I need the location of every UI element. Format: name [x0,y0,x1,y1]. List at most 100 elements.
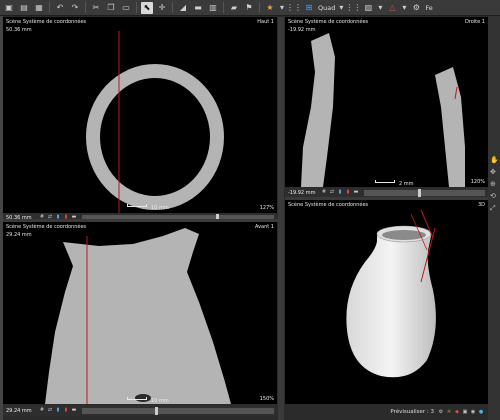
zoom-icon[interactable]: ⊕ [490,180,498,188]
layout-dropdown[interactable]: Quad [318,4,335,12]
slice-position-value[interactable]: 29.24 mm [3,408,37,414]
toolbar-divider [49,2,50,13]
viewport-name: 3D [477,202,485,208]
display-icon[interactable]: ▨ [362,2,374,14]
color-map-icon[interactable]: ▮ [55,408,61,414]
redo-icon[interactable]: ↷ [69,2,81,14]
hash-icon[interactable]: # [39,408,45,414]
color-map-icon[interactable]: ▮ [337,190,343,196]
horizontal-splitter[interactable] [3,219,278,222]
slice-position-value[interactable]: -19.92 mm [285,190,319,196]
star-icon[interactable]: ★ [264,2,276,14]
viewport-top[interactable]: Scène Système de coordonnées 50.36 mm Ha… [3,17,277,213]
scale-bar: 10 mm [127,199,169,211]
chevron-down-icon[interactable]: ▾ [377,2,383,14]
ruler-icon[interactable]: ▬ [192,2,204,14]
visibility-icon[interactable]: ▮ [63,408,69,414]
chart-icon[interactable]: ▥ [207,2,219,14]
scale-bar-label: 10 mm [151,398,169,404]
flag-icon[interactable]: ⚑ [243,2,255,14]
toolbar-divider [136,2,137,13]
viewport-coordinate: 50.36 mm [6,27,32,33]
toolbar-divider [223,2,224,13]
toolbar-overflow-label[interactable]: Fe [425,4,432,12]
camera-icon[interactable]: ▣ [462,409,468,415]
scale-bar: 10 mm [127,392,169,404]
copy-icon[interactable]: ❐ [105,2,117,14]
paste-icon[interactable]: ▭ [120,2,132,14]
settings-icon[interactable]: ⚙ [410,2,422,14]
grid-icon[interactable]: ⋮⋮ [286,2,302,14]
main-toolbar: ▣ ▤ ▦ ↶ ↷ ✂ ❐ ▭ ⬉ ✛ ◢ ▬ ▥ ▰ ⚑ ★ ▾ ⋮⋮ ⊞ Q… [0,0,500,16]
vertical-splitter[interactable] [278,17,284,420]
toolbar-divider [172,2,173,13]
wall-section-right [435,67,465,187]
3d-viewport-bar: Prévisualiser : 3 ⚙ ☼ ◆ ▣ ◉ ● [285,404,488,420]
viewport-coordinate: 29.24 mm [6,232,32,238]
right-viewport-bar: -19.92 mm # ⇄ ▮ ▮ ▬ [285,188,488,197]
fit-icon[interactable]: ⤢ [490,204,498,212]
hash-icon[interactable]: # [321,190,327,196]
slice-slider[interactable] [364,188,485,197]
front-viewport-bar: 29.24 mm # ⇄ ▮ ▮ ▬ [3,405,277,416]
select-arrow-icon[interactable]: ⬉ [141,1,153,14]
hand-icon[interactable]: ✋ [490,156,499,164]
zoom-level: 120% [470,179,485,185]
toolbar-divider [85,2,86,13]
viewport-name: Haut 1 [257,19,274,25]
viewport-title: Scène Système de coordonnées [6,19,87,25]
layer-icon[interactable]: ▬ [353,190,359,196]
sync-icon[interactable]: ⇄ [47,408,53,414]
save-icon[interactable]: ▣ [3,2,15,14]
layout-quad-icon[interactable]: ⊞ [303,2,315,14]
scale-bar-label: 10 mm [151,205,169,211]
layer-icon[interactable]: ▬ [71,408,77,414]
viewport-coordinate: -19.92 mm [288,27,316,33]
viewport-title: Scène Système de coordonnées [288,202,369,208]
export-icon[interactable]: ▦ [33,2,45,14]
vessel-opening [382,230,426,240]
clipping-icon[interactable]: ◆ [454,409,460,415]
front-slice-image [45,228,231,404]
viewport-name: Avant 1 [254,224,274,230]
chevron-down-icon[interactable]: ▾ [401,2,407,14]
viewport-front[interactable]: Scène Système de coordonnées 29.24 mm Av… [3,222,277,404]
viewport-title: Scène Système de coordonnées [288,19,369,25]
screenshot-icon[interactable]: ◉ [470,409,476,415]
sync-icon[interactable]: ⇄ [329,190,335,196]
warning-icon[interactable]: △ [386,2,398,14]
viewport-3d[interactable]: Scène Système de coordonnées 3D [285,200,488,404]
slice-slider[interactable] [82,406,274,415]
chevron-down-icon[interactable]: ▾ [338,2,344,14]
render-icon[interactable]: ⚙ [438,409,444,415]
viewport-title: Scène Système de coordonnées [6,224,87,230]
lights-icon[interactable]: ☼ [446,409,452,415]
3d-render [346,209,436,378]
tag-icon[interactable]: ▰ [228,2,240,14]
top-slice-image [86,31,224,213]
right-tool-strip: ✋ ✥ ⊕ ⟲ ⤢ [488,16,500,420]
move-icon[interactable]: ✛ [156,2,168,14]
chevron-down-icon[interactable]: ▾ [279,2,285,14]
undo-icon[interactable]: ↶ [54,2,66,14]
pan-icon[interactable]: ✥ [490,168,498,176]
scale-bar: 2 mm [375,175,414,187]
preview-level[interactable]: Prévisualiser : 3 [390,409,434,415]
color-icon[interactable]: ● [478,409,484,415]
save-all-icon[interactable]: ▤ [18,2,30,14]
viewport-right[interactable]: Scène Système de coordonnées -19.92 mm D… [285,17,488,187]
right-slice-image [301,33,465,187]
rotate-icon[interactable]: ⟲ [490,192,498,200]
wall-section-left [301,33,335,187]
viewport-name: Droite 1 [464,19,485,25]
cut-icon[interactable]: ✂ [90,2,102,14]
scale-bar-label: 2 mm [399,181,414,187]
measure-icon[interactable]: ◢ [177,2,189,14]
horizontal-splitter[interactable] [285,197,488,200]
visibility-icon[interactable]: ▮ [345,190,351,196]
3d-vessel [346,228,436,378]
ring-cross-section [86,64,224,210]
grid-icon[interactable]: ⋮⋮ [345,2,361,14]
zoom-level: 127% [259,205,274,211]
zoom-level: 150% [259,396,274,402]
